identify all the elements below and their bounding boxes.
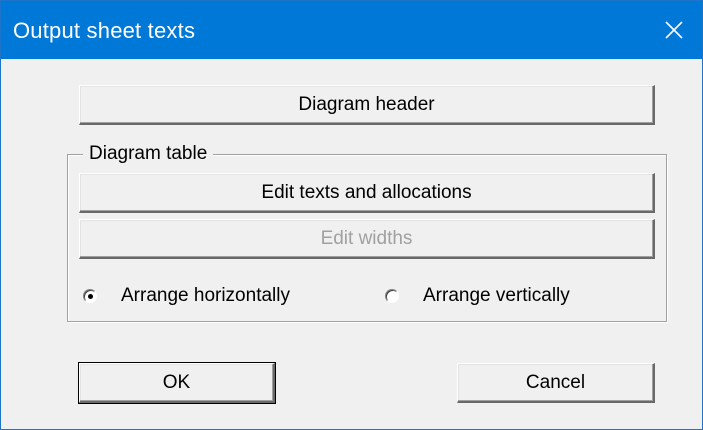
dialog-content: Diagram header Diagram table Edit texts … — [1, 59, 702, 429]
diagram-header-button[interactable]: Diagram header — [79, 85, 655, 125]
close-icon — [665, 21, 683, 39]
cancel-button[interactable]: Cancel — [457, 363, 655, 403]
diagram-table-group-label: Diagram table — [83, 143, 214, 165]
edit-widths-button: Edit widths — [79, 219, 655, 259]
close-button[interactable] — [646, 1, 702, 59]
arrange-horizontally-radio[interactable]: Arrange horizontally — [83, 285, 323, 309]
dialog-title: Output sheet texts — [13, 18, 196, 43]
ok-button[interactable]: OK — [78, 362, 276, 404]
radio-checked-icon[interactable] — [83, 289, 97, 303]
arrange-vertically-radio[interactable]: Arrange vertically — [385, 285, 615, 309]
edit-texts-allocations-button[interactable]: Edit texts and allocations — [79, 173, 655, 213]
radio-unchecked-icon[interactable] — [385, 289, 399, 303]
arrange-horizontally-label: Arrange horizontally — [121, 285, 290, 306]
dialog-window: Output sheet texts Diagram header Diagra… — [0, 0, 703, 430]
arrange-vertically-label: Arrange vertically — [423, 285, 570, 306]
title-bar[interactable]: Output sheet texts — [1, 1, 702, 59]
